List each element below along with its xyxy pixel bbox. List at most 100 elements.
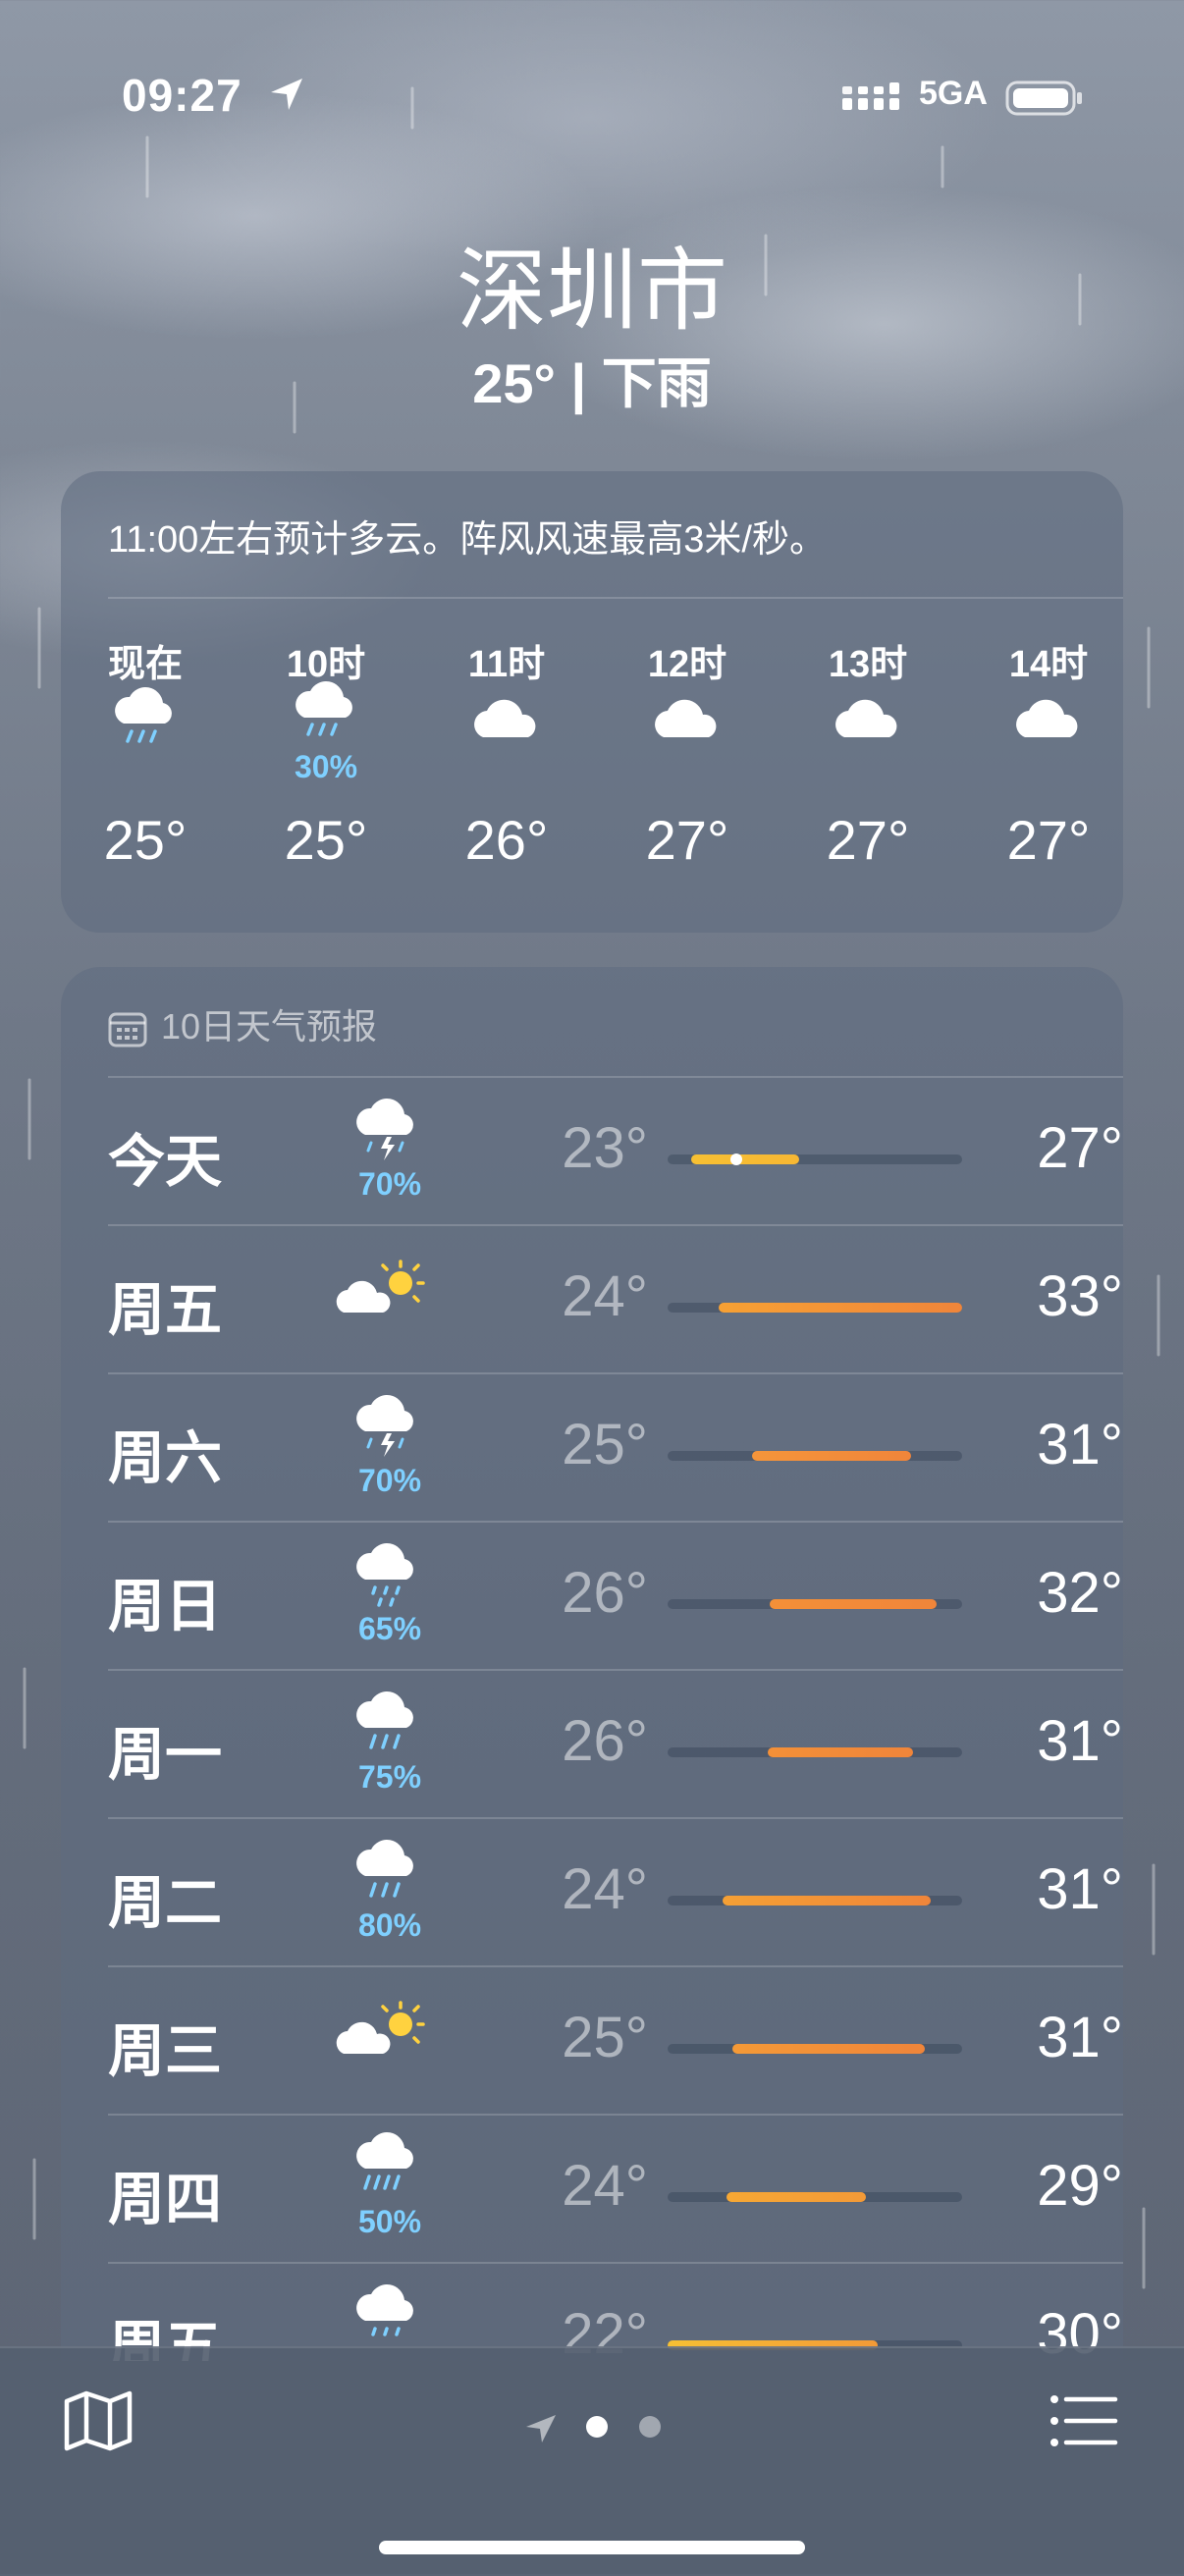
calendar-icon — [108, 1012, 147, 1047]
day-low: 24° — [562, 1264, 648, 1328]
temp-range-bar — [668, 2044, 962, 2054]
day-label: 周三 — [108, 2019, 223, 2083]
day-low: 24° — [562, 1857, 648, 1921]
thunderstorm-icon — [356, 1395, 413, 1457]
day-high: 31° — [1037, 1857, 1123, 1921]
day-label: 周四 — [108, 2168, 223, 2231]
hour-item: 现在 25° — [77, 633, 214, 871]
hourly-summary: 11:00左右预计多云。阵风风速最高3米/秒。 — [108, 519, 827, 561]
partly-sunny-icon — [336, 2001, 425, 2054]
day-label: 今天 — [108, 1130, 223, 1194]
rain-icon — [296, 681, 352, 736]
hour-temp: 27° — [1006, 809, 1091, 871]
list-icon[interactable] — [1047, 2384, 1121, 2458]
ten-day-title: 10日天气预报 — [161, 1006, 378, 1046]
location-arrow-icon — [526, 2415, 661, 2442]
drizzle-icon — [356, 1543, 413, 1607]
current-conditions: 25° | 下雨 — [472, 352, 712, 414]
day-precip: 80% — [357, 1907, 422, 1943]
page-indicator[interactable] — [520, 2409, 668, 2449]
day-row[interactable]: 今天 70% 23° 27° — [108, 1076, 1123, 1224]
heavy-rain-icon — [356, 2132, 413, 2190]
hour-temp: 27° — [826, 809, 910, 871]
day-row[interactable]: 周四 50% 24° 29° — [108, 2114, 1123, 2262]
day-high: 31° — [1037, 1709, 1123, 1773]
drizzle-icon — [356, 2284, 413, 2336]
hour-label: 现在 — [107, 644, 183, 685]
rain-icon — [356, 1840, 413, 1898]
hour-label: 10时 — [286, 644, 366, 685]
day-row[interactable]: 周二 80% 24° 31° — [108, 1817, 1123, 1965]
partly-sunny-icon — [336, 1260, 425, 1313]
signal-icon — [842, 82, 899, 110]
rain-icon — [356, 1691, 413, 1749]
day-low: 23° — [562, 1116, 648, 1180]
day-high: 29° — [1037, 2154, 1123, 2218]
hour-temp: 26° — [464, 809, 549, 871]
day-low: 25° — [562, 2006, 648, 2069]
day-precip: 70% — [357, 1463, 422, 1498]
day-label: 周五 — [108, 1278, 223, 1342]
day-high: 33° — [1037, 1264, 1123, 1328]
ten-day-forecast-card[interactable]: 10日天气预报 今天 70% 23° 27° 周五 24° 33° 周六 70%… — [61, 967, 1123, 2361]
ten-day-header: 10日天气预报 — [108, 998, 377, 1049]
day-row[interactable]: 周三 25° 31° — [108, 1965, 1123, 2114]
day-high: 32° — [1037, 1561, 1123, 1625]
hour-item: 13时 27° — [799, 633, 937, 871]
day-precip: 75% — [357, 1759, 422, 1795]
status-bar: 09:27 5GA — [0, 69, 1184, 128]
temp-range-bar — [668, 1303, 962, 1313]
map-icon[interactable] — [61, 2384, 135, 2458]
city-name: 深圳市 — [456, 242, 727, 342]
cloud-icon — [1016, 699, 1078, 737]
hour-item: 12时 27° — [619, 633, 756, 871]
day-high: 31° — [1037, 2006, 1123, 2069]
day-low: 26° — [562, 1561, 648, 1625]
day-label: 周一 — [108, 1723, 223, 1787]
current-temp-dot — [730, 1154, 742, 1165]
day-precip: 65% — [357, 1611, 422, 1646]
temp-range-bar — [668, 1599, 962, 1609]
status-time: 09:27 — [122, 70, 242, 121]
cloud-icon — [835, 699, 897, 737]
day-label: 周日 — [108, 1575, 223, 1638]
day-label: 周二 — [108, 1871, 223, 1935]
hour-label: 13时 — [828, 644, 908, 685]
day-high: 27° — [1037, 1116, 1123, 1180]
battery-icon — [1005, 80, 1082, 116]
day-precip: 70% — [357, 1166, 422, 1202]
temp-range-bar — [668, 1747, 962, 1757]
day-row[interactable]: 周日 65% 26° 32° — [108, 1521, 1123, 1669]
day-row[interactable]: 周六 70% 25° 31° — [108, 1372, 1123, 1521]
hour-temp: 27° — [645, 809, 729, 871]
day-precip: 50% — [357, 2204, 422, 2239]
bottom-toolbar — [0, 2346, 1184, 2576]
day-row[interactable]: 周一 75% 26° 31° — [108, 1669, 1123, 1817]
hour-item: 10时 30% 25° — [257, 633, 395, 871]
temp-range-bar — [668, 1154, 962, 1165]
cloud-icon — [655, 699, 717, 737]
temp-range-bar — [668, 1896, 962, 1905]
hour-label: 12时 — [647, 644, 727, 685]
day-low: 25° — [562, 1413, 648, 1476]
rain-icon — [115, 687, 172, 743]
day-label: 周六 — [108, 1426, 223, 1490]
hour-label: 11时 — [467, 644, 546, 685]
hour-precip: 30% — [294, 749, 358, 784]
divider — [108, 597, 1123, 599]
day-low: 26° — [562, 1709, 648, 1773]
hour-label: 14时 — [1008, 644, 1089, 685]
temp-range-bar — [668, 2192, 962, 2202]
day-row[interactable]: 周五 24° 33° — [108, 1224, 1123, 1372]
temp-range-bar — [668, 1451, 962, 1461]
day-high: 31° — [1037, 1413, 1123, 1476]
thunderstorm-icon — [356, 1099, 413, 1160]
hour-item: 11时 26° — [438, 633, 575, 871]
cloud-icon — [474, 699, 536, 737]
network-type: 5GA — [919, 75, 988, 112]
hour-temp: 25° — [284, 809, 368, 871]
hour-temp: 25° — [103, 809, 188, 871]
hourly-forecast-card[interactable]: 11:00左右预计多云。阵风风速最高3米/秒。 现在 25° 10时 30% 2… — [61, 471, 1123, 933]
home-indicator[interactable] — [379, 2541, 805, 2554]
hour-item: 14时 27° — [980, 633, 1117, 871]
